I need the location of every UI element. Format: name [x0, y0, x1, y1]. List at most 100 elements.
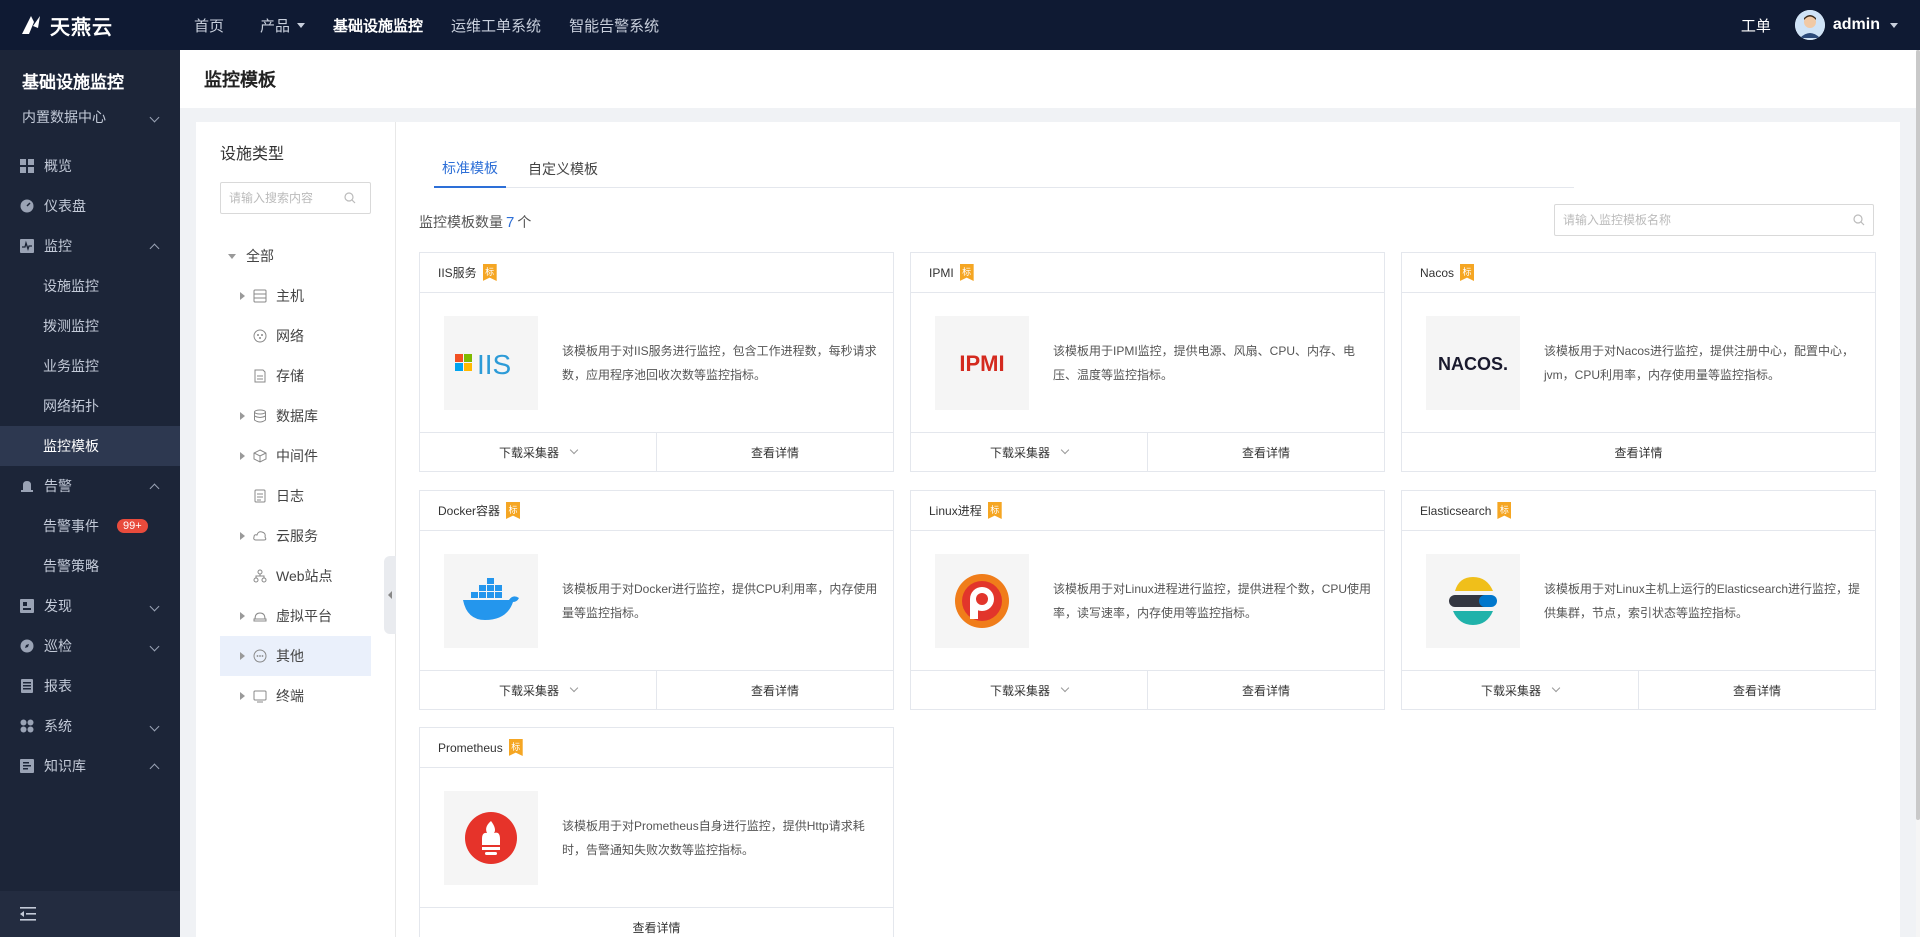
view-details-button[interactable]: 查看详情 — [656, 671, 893, 709]
sidebar-item-monitor[interactable]: 监控 — [0, 226, 180, 266]
sidebar-item-alarm[interactable]: 告警 — [0, 466, 180, 506]
panel-collapse-handle[interactable] — [384, 556, 396, 634]
sidebar-item-label: 巡检 — [44, 638, 72, 654]
card-body: 该模板用于对Linux主机上运行的Elasticsearch进行监控，提供集群，… — [1402, 531, 1875, 671]
user-avatar-icon — [1794, 10, 1825, 40]
logo-icon — [22, 16, 40, 34]
tree-item-network[interactable]: 网络 — [220, 316, 371, 356]
sidebar-item-dashboard[interactable]: 仪表盘 — [0, 186, 180, 226]
caret-right-icon[interactable] — [240, 412, 245, 420]
download-collector-button[interactable]: 下载采集器 — [420, 671, 656, 709]
tree-item-log[interactable]: 日志 — [220, 476, 371, 516]
sidebar-item-discover[interactable]: 发现 — [0, 586, 180, 626]
user-name[interactable]: admin — [1833, 16, 1880, 34]
ipmi-logo: IPMI — [935, 315, 1029, 410]
tree-item-database[interactable]: 数据库 — [220, 396, 371, 436]
tree-item-label: 日志 — [276, 488, 304, 504]
sidebar-item-alarm-event[interactable]: 告警事件 99+ — [0, 506, 180, 546]
view-details-button[interactable]: 查看详情 — [1147, 671, 1384, 709]
scrollbar-thumb[interactable] — [1916, 50, 1920, 820]
download-collector-button[interactable]: 下载采集器 — [911, 671, 1147, 709]
tree-item-all[interactable]: 全部 — [196, 236, 395, 276]
view-details-button[interactable]: 查看详情 — [656, 433, 893, 471]
template-search-input[interactable] — [1563, 213, 1853, 227]
tree-item-virtual-platform[interactable]: 虚拟平台 — [220, 596, 371, 636]
card-title: Nacos — [1420, 265, 1455, 280]
chevron-down-icon[interactable] — [1890, 22, 1898, 28]
tree-item-middleware[interactable]: 中间件 — [220, 436, 371, 476]
tab-standard[interactable]: 标准模板 — [434, 150, 506, 188]
card-footer: 查看详情 — [420, 908, 893, 937]
caret-right-icon[interactable] — [240, 452, 245, 460]
view-details-button[interactable]: 查看详情 — [1638, 671, 1875, 709]
view-details-button[interactable]: 查看详情 — [420, 908, 893, 937]
card-body: 该模板用于对Docker进行监控，提供CPU利用率，内存使用量等监控指标。 — [420, 531, 893, 671]
sidebar-item-system[interactable]: 系统 — [0, 706, 180, 746]
logo[interactable]: 天燕云 — [0, 0, 180, 50]
sidebar-header: 基础设施监控 内置数据中心 — [0, 50, 180, 146]
sidebar-item-overview[interactable]: 概览 — [0, 146, 180, 186]
sidebar-item-business-monitor[interactable]: 业务监控 — [0, 346, 180, 386]
caret-down-icon[interactable] — [228, 253, 236, 259]
search-icon[interactable] — [1853, 214, 1865, 226]
download-collector-button[interactable]: 下载采集器 — [420, 433, 656, 471]
tree-item-other[interactable]: 其他 — [220, 636, 371, 676]
sidebar-item-facility-monitor[interactable]: 设施监控 — [0, 266, 180, 306]
caret-right-icon[interactable] — [240, 292, 245, 300]
sidebar-item-network-topology[interactable]: 网络拓扑 — [0, 386, 180, 426]
sidebar-item-alarm-policy[interactable]: 告警策略 — [0, 546, 180, 586]
grid-icon — [20, 159, 34, 173]
nav-infra-label: 基础设施监控 — [333, 17, 424, 35]
tree-item-label: Web站点 — [276, 568, 333, 584]
sidebar-item-monitor-template[interactable]: 监控模板 — [0, 426, 180, 466]
caret-right-icon[interactable] — [240, 612, 245, 620]
template-tabs: 标准模板 自定义模板 — [434, 150, 1574, 188]
view-details-button[interactable]: 查看详情 — [1147, 433, 1384, 471]
ticket-link[interactable]: 工单 — [1741, 15, 1771, 36]
tree-item-host[interactable]: 主机 — [220, 276, 371, 316]
search-icon[interactable] — [344, 192, 356, 204]
chevron-down-icon — [297, 22, 306, 28]
tab-custom[interactable]: 自定义模板 — [520, 150, 606, 188]
download-collector-button[interactable]: 下载采集器 — [911, 433, 1147, 471]
sidebar-item-label: 告警 — [44, 478, 72, 494]
tree-item-cloud[interactable]: 云服务 — [220, 516, 371, 556]
nacos-logo: NACOS. — [1426, 315, 1520, 410]
sitemap-icon — [253, 569, 267, 583]
nav-ops-ticket[interactable]: 运维工单系统 — [437, 0, 555, 50]
tree-item-website[interactable]: Web站点 — [220, 556, 371, 596]
sidebar-collapse-button[interactable] — [0, 891, 180, 937]
standard-tag: 标 — [482, 264, 497, 281]
view-details-button[interactable]: 查看详情 — [1402, 433, 1875, 471]
sidebar-item-knowledge-base[interactable]: 知识库 — [0, 746, 180, 786]
avatar[interactable] — [1794, 10, 1825, 40]
download-label: 下载采集器 — [498, 683, 559, 698]
nav-infra-monitor[interactable]: 基础设施监控 — [319, 0, 437, 50]
log-icon — [253, 489, 267, 503]
datacenter-select[interactable]: 内置数据中心 — [22, 107, 160, 127]
nav-smart-alarm[interactable]: 智能告警系统 — [555, 0, 673, 50]
tree-item-terminal[interactable]: 终端 — [220, 676, 371, 716]
template-card-elasticsearch: Elasticsearch 标 该模板用于对Linux主机上运行的Elastic… — [1401, 490, 1876, 710]
tree-item-storage[interactable]: 存储 — [220, 356, 371, 396]
chevron-up-icon — [149, 763, 160, 773]
page-scrollbar[interactable] — [1916, 50, 1920, 937]
database-icon — [253, 409, 267, 423]
caret-right-icon[interactable] — [240, 532, 245, 540]
nav-products-label: 产品 — [260, 17, 291, 35]
tree-item-label: 中间件 — [276, 448, 318, 464]
sidebar-item-label: 概览 — [44, 158, 72, 174]
sidebar-item-inspect[interactable]: 巡检 — [0, 626, 180, 666]
category-search — [220, 182, 371, 214]
category-search-input[interactable] — [229, 191, 344, 205]
download-label: 下载采集器 — [989, 445, 1050, 460]
card-footer: 下载采集器 查看详情 — [420, 671, 893, 709]
standard-tag: 标 — [987, 502, 1002, 519]
sidebar-item-report[interactable]: 报表 — [0, 666, 180, 706]
sidebar-item-dial-monitor[interactable]: 拨测监控 — [0, 306, 180, 346]
caret-right-icon[interactable] — [240, 652, 245, 660]
download-collector-button[interactable]: 下载采集器 — [1402, 671, 1638, 709]
nav-home[interactable]: 首页 — [180, 0, 238, 50]
nav-products[interactable]: 产品 — [246, 0, 319, 50]
caret-right-icon[interactable] — [240, 692, 245, 700]
